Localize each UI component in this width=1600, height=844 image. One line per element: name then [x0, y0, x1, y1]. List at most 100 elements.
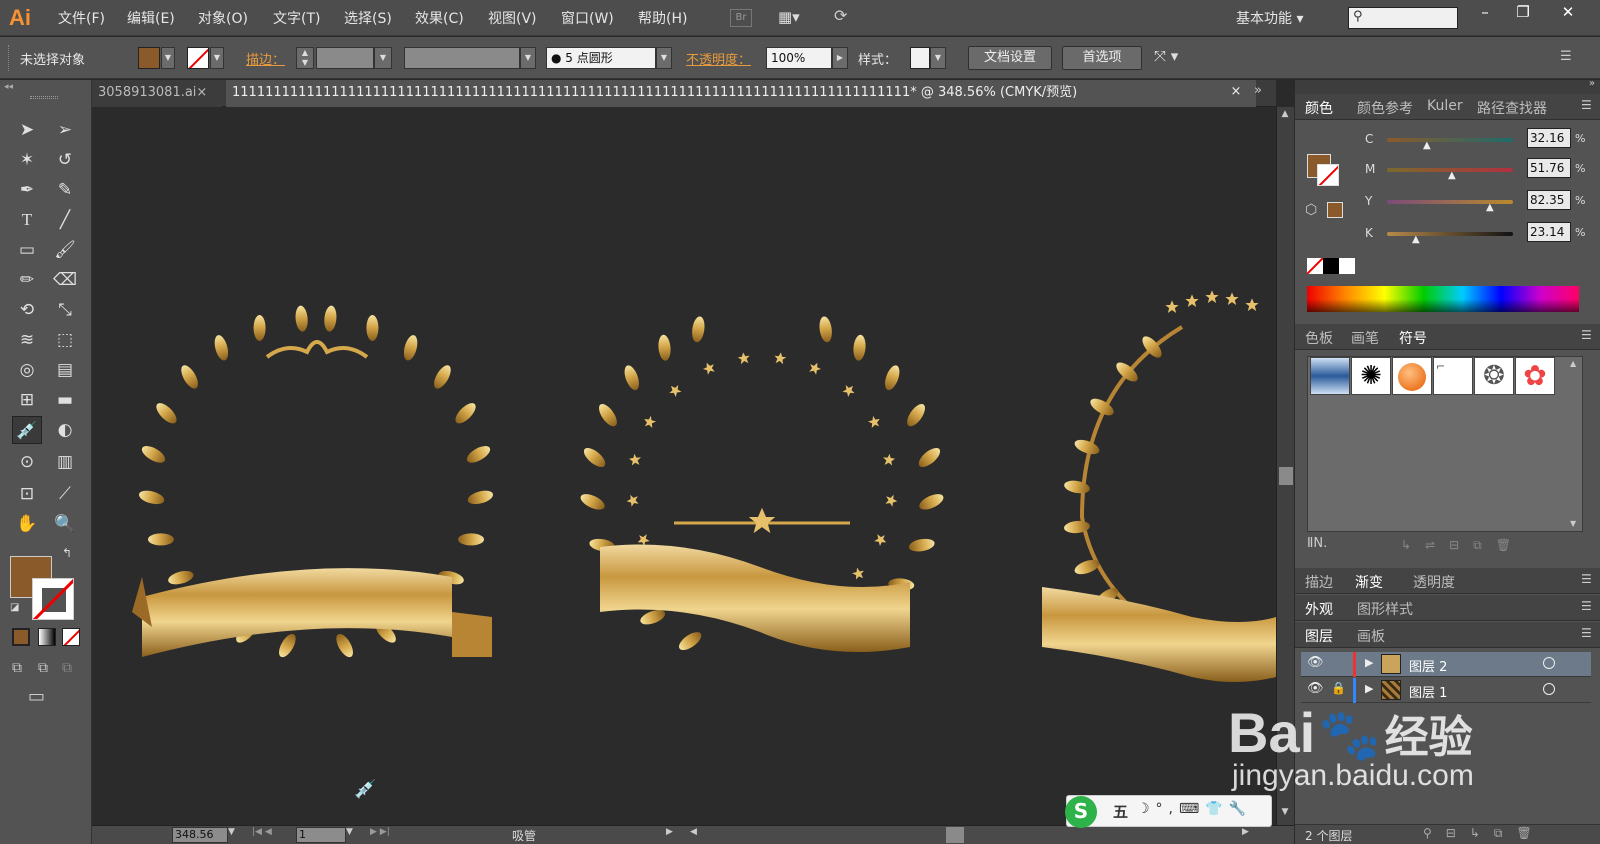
stroke-dropdown[interactable]: ▼: [210, 47, 224, 69]
gradient-tool-icon[interactable]: ▬: [50, 386, 80, 414]
expand-layer-icon[interactable]: ▶: [1365, 682, 1373, 695]
layer-target-icon[interactable]: [1543, 657, 1555, 669]
paintbrush-tool-icon[interactable]: 🖌: [50, 236, 80, 264]
collapse-dock-icon[interactable]: »: [1589, 78, 1595, 89]
channel-c-thumb[interactable]: ▲: [1423, 140, 1431, 151]
opacity-arrow[interactable]: ▶: [832, 47, 848, 69]
style-swatch[interactable]: [910, 47, 930, 69]
selection-tool-icon[interactable]: ➤: [12, 116, 42, 144]
color-spectrum[interactable]: [1307, 286, 1579, 312]
magic-wand-icon[interactable]: ✶: [12, 146, 42, 174]
rectangle-tool-icon[interactable]: ▭: [12, 236, 42, 264]
panel-menu-icon[interactable]: ☰: [1581, 328, 1592, 342]
ime-tools-icon[interactable]: ☽°,⌨👕🔧: [1137, 801, 1252, 817]
gamut-swatch[interactable]: [1327, 202, 1343, 218]
tab-color[interactable]: 颜色: [1305, 98, 1333, 118]
lock-icon[interactable]: 🔒: [1331, 681, 1346, 695]
scroll-up-icon[interactable]: ▲: [1279, 109, 1291, 121]
mesh-tool-icon[interactable]: ⊞: [12, 386, 42, 414]
type-tool-icon[interactable]: T: [12, 206, 42, 234]
visibility-eye-icon[interactable]: 👁: [1307, 681, 1324, 696]
draw-behind-icon[interactable]: ⧉: [38, 660, 48, 676]
brush-dropdown[interactable]: ▼: [656, 47, 672, 69]
zoom-tool-icon[interactable]: 🔍: [50, 510, 80, 538]
channel-y-thumb[interactable]: ▲: [1486, 202, 1494, 213]
stroke-weight-field[interactable]: [316, 47, 374, 69]
white-swatch[interactable]: [1339, 258, 1355, 274]
tab-stroke[interactable]: 描边: [1305, 572, 1333, 592]
tab-transparency[interactable]: 透明度: [1413, 572, 1455, 592]
scroll-thumb[interactable]: [1279, 467, 1293, 485]
channel-k-thumb[interactable]: ▲: [1412, 234, 1420, 245]
opacity-label[interactable]: 不透明度：: [686, 49, 751, 68]
curvature-tool-icon[interactable]: ✎: [50, 176, 80, 204]
wreath-1[interactable]: [132, 305, 495, 660]
status-arrow-icon[interactable]: ▶: [666, 827, 673, 837]
lasso-icon[interactable]: ↺: [50, 146, 80, 174]
menu-edit[interactable]: 编辑(E): [127, 8, 175, 28]
tab-graphic-styles[interactable]: 图形样式: [1357, 599, 1413, 619]
tab-close-icon[interactable]: ×: [1226, 84, 1246, 104]
tab-swatches[interactable]: 色板: [1305, 328, 1333, 348]
tab-brushes[interactable]: 画笔: [1351, 328, 1379, 348]
free-transform-icon[interactable]: ⬚: [50, 326, 80, 354]
channel-k-input[interactable]: 23.14: [1527, 222, 1571, 242]
pen-tool-icon[interactable]: ✒: [12, 176, 42, 204]
menu-type[interactable]: 文字(T): [273, 8, 320, 28]
menu-window[interactable]: 窗口(W): [561, 8, 614, 28]
tab-appearance[interactable]: 外观: [1305, 599, 1333, 619]
draw-normal-icon[interactable]: ⧉: [12, 660, 22, 676]
eyedropper-tool-icon[interactable]: 💉: [12, 416, 42, 444]
workspace-switcher[interactable]: 基本功能 ▾: [1236, 8, 1303, 28]
tab-close-icon[interactable]: ×: [196, 85, 207, 100]
artboard-tool-icon[interactable]: ⊡: [12, 480, 42, 508]
panel-menu-icon[interactable]: ☰: [1560, 49, 1572, 64]
default-colors-icon[interactable]: ◪: [10, 602, 19, 613]
menu-help[interactable]: 帮助(H): [638, 8, 687, 28]
panel-stroke-swatch[interactable]: [1317, 164, 1339, 186]
zoom-field[interactable]: 348.56: [172, 827, 228, 843]
tab-document-1[interactable]: 3058913081.ai×: [92, 80, 222, 107]
visibility-eye-icon[interactable]: 👁: [1307, 655, 1324, 670]
layer-name[interactable]: 图层 2: [1409, 656, 1447, 675]
layer-actions-icon[interactable]: ⚲⊟↳⧉🗑: [1423, 826, 1546, 841]
symbol-item[interactable]: [1310, 357, 1350, 395]
first-page-icon[interactable]: |◀ ◀: [252, 827, 272, 837]
artboard-dropdown[interactable]: ▼: [346, 827, 353, 837]
stroke-weight-stepper[interactable]: ▲ ▼: [296, 47, 314, 69]
hscroll-right-icon[interactable]: ▶: [1242, 827, 1249, 837]
document-setup-button[interactable]: 文档设置: [968, 46, 1052, 70]
none-mode-button[interactable]: [62, 628, 80, 646]
warp-tool-icon[interactable]: ≋: [12, 326, 42, 354]
channel-c-input[interactable]: 32.16: [1527, 128, 1571, 148]
bridge-button[interactable]: Br: [730, 9, 752, 27]
opacity-input[interactable]: 100%: [766, 47, 832, 69]
pencil-tool-icon[interactable]: ✏: [12, 266, 42, 294]
symbol-item[interactable]: ✿: [1515, 357, 1555, 395]
shape-builder-icon[interactable]: ◎: [12, 356, 42, 384]
blend-tool-icon[interactable]: ◐: [50, 416, 80, 444]
wreath-3[interactable]: [1042, 290, 1276, 682]
panel-menu-icon[interactable]: ☰: [1581, 626, 1592, 640]
symbol-item[interactable]: [1392, 357, 1432, 395]
panel-menu-icon[interactable]: ☰: [1581, 572, 1592, 586]
tab-kuler[interactable]: Kuler: [1427, 98, 1463, 114]
sogou-logo-icon[interactable]: S: [1065, 796, 1097, 828]
artboard-number-field[interactable]: 1: [296, 827, 346, 843]
restore-button[interactable]: ❐: [1504, 0, 1542, 26]
menu-select[interactable]: 选择(S): [344, 8, 392, 28]
line-tool-icon[interactable]: ╱: [50, 206, 80, 234]
expand-layer-icon[interactable]: ▶: [1365, 656, 1373, 669]
close-button[interactable]: ✕: [1548, 0, 1588, 26]
more-tabs-icon[interactable]: »: [1254, 83, 1262, 98]
tab-gradient[interactable]: 渐变: [1355, 572, 1383, 592]
menu-view[interactable]: 视图(V): [488, 8, 537, 28]
symbol-item[interactable]: ❂: [1474, 357, 1514, 395]
fill-swatch[interactable]: [138, 47, 160, 69]
symbol-libraries-icon[interactable]: ⅡN.: [1307, 536, 1327, 551]
tab-symbols[interactable]: 符号: [1399, 328, 1427, 348]
symbols-scroll-up[interactable]: ▲: [1570, 359, 1576, 368]
direct-selection-tool-icon[interactable]: ➢: [50, 116, 80, 144]
none-swatch[interactable]: [1307, 258, 1323, 274]
help-search-input[interactable]: ⚲: [1348, 7, 1458, 29]
